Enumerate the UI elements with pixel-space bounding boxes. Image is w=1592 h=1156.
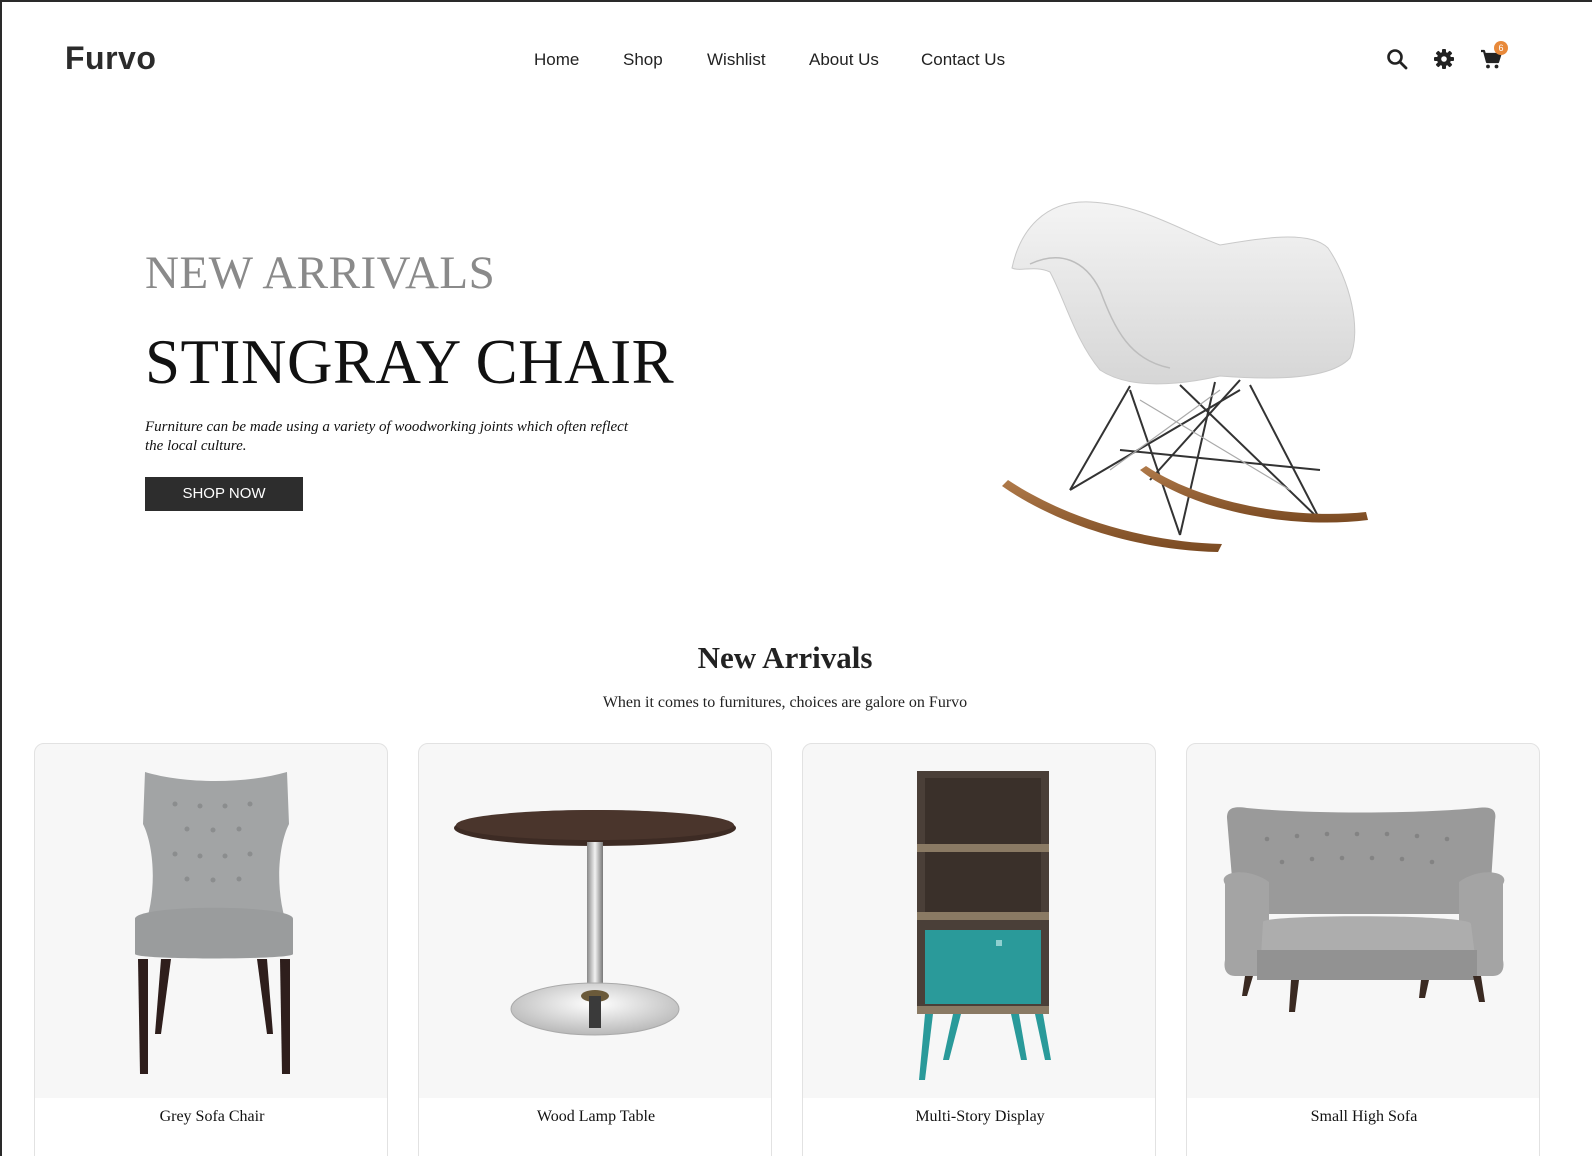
hero-kicker: NEW ARRIVALS [145, 247, 496, 299]
shop-now-button[interactable]: SHOP NOW [145, 477, 303, 511]
nav-item-home[interactable]: Home [534, 50, 579, 70]
section-subtitle: When it comes to furnitures, choices are… [602, 694, 968, 711]
window-left-border [0, 0, 2, 1156]
product-card-multi-story-display[interactable]: Multi-Story Display [802, 743, 1156, 1156]
wood-lamp-table-image [419, 744, 771, 1098]
multi-story-display-image [803, 744, 1155, 1098]
card-caption [1187, 1098, 1539, 1156]
window-top-border [0, 0, 1592, 2]
small-high-sofa-image [1187, 744, 1539, 1098]
main-nav: Home Shop Wishlist About Us Contact Us [0, 50, 1592, 72]
section-title: New Arrivals [697, 640, 873, 675]
grey-sofa-chair-image [35, 744, 387, 1098]
card-caption [35, 1098, 387, 1156]
nav-item-wishlist[interactable]: Wishlist [707, 50, 766, 70]
nav-item-shop[interactable]: Shop [623, 50, 663, 70]
card-caption [419, 1098, 771, 1156]
gear-icon[interactable] [1432, 47, 1456, 71]
product-name[interactable]: Grey Sofa Chair [35, 1108, 387, 1126]
product-card-grey-sofa-chair[interactable]: Grey Sofa Chair [34, 743, 388, 1156]
product-card-wood-lamp-table[interactable]: Wood Lamp Table [418, 743, 772, 1156]
cart-count-badge: 6 [1494, 41, 1508, 55]
product-card-small-high-sofa[interactable]: Small High Sofa [1186, 743, 1540, 1156]
search-icon[interactable] [1385, 47, 1409, 71]
stingray-chair-image [990, 190, 1390, 580]
nav-item-contact-us[interactable]: Contact Us [921, 50, 1005, 70]
card-caption [803, 1098, 1155, 1156]
hero-title: STINGRAY CHAIR [145, 327, 675, 397]
product-name[interactable]: Multi-Story Display [803, 1108, 1155, 1126]
product-name[interactable]: Small High Sofa [1187, 1108, 1539, 1126]
nav-item-about-us[interactable]: About Us [809, 50, 879, 70]
product-name[interactable]: Wood Lamp Table [419, 1108, 771, 1126]
hero-description: Furniture can be made using a variety of… [145, 419, 628, 454]
